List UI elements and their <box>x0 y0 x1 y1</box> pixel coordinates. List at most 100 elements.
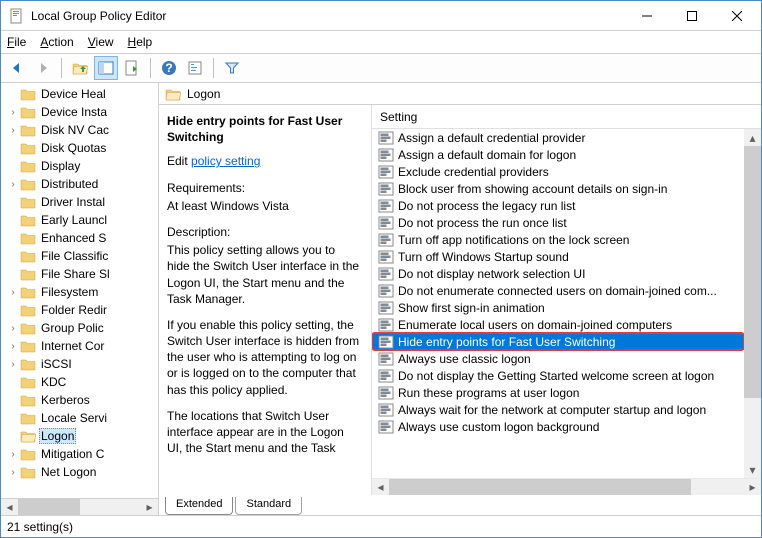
show-tree-button[interactable] <box>94 56 118 80</box>
setting-row[interactable]: Do not process the run once list <box>372 214 744 231</box>
tree-item[interactable]: File Classific <box>7 247 158 265</box>
scroll-up-icon[interactable]: ▴ <box>744 129 761 146</box>
tree-item[interactable]: ›Distributed <box>7 175 158 193</box>
setting-row[interactable]: Always use classic logon <box>372 350 744 367</box>
menu-help[interactable]: Help <box>128 35 153 49</box>
setting-row[interactable]: Hide entry points for Fast User Switchin… <box>372 333 744 350</box>
tree-item[interactable]: KDC <box>7 373 158 391</box>
tree-item[interactable]: File Share Sl <box>7 265 158 283</box>
menubar: File Action View Help <box>1 31 761 53</box>
tree-item[interactable]: Display <box>7 157 158 175</box>
setting-row[interactable]: Turn off app notifications on the lock s… <box>372 231 744 248</box>
expand-icon[interactable]: › <box>7 107 19 118</box>
tree-item[interactable]: ›Mitigation C <box>7 445 158 463</box>
tree-item[interactable]: Kerberos <box>7 391 158 409</box>
properties-button[interactable] <box>183 56 207 80</box>
maximize-button[interactable] <box>669 2 714 30</box>
minimize-button[interactable] <box>624 2 669 30</box>
settings-list[interactable]: Assign a default credential providerAssi… <box>372 129 744 435</box>
folder-icon <box>20 285 36 299</box>
tree[interactable]: Device Heal ›Device Insta›Disk NV Cac Disk… <box>1 83 158 483</box>
description-para3: The locations that Switch User interface… <box>167 408 361 457</box>
tree-item[interactable]: ›iSCSI <box>7 355 158 373</box>
folder-icon <box>20 375 36 389</box>
scroll-thumb[interactable] <box>18 499 80 516</box>
tree-item[interactable]: Locale Servi <box>7 409 158 427</box>
close-button[interactable] <box>714 2 759 30</box>
setting-row[interactable]: Do not display the Getting Started welco… <box>372 367 744 384</box>
help-button[interactable]: ? <box>157 56 181 80</box>
expand-icon[interactable]: › <box>7 467 19 478</box>
expand-icon[interactable]: › <box>7 323 19 334</box>
scroll-left-icon[interactable]: ◂ <box>372 479 389 495</box>
setting-row[interactable]: Do not enumerate connected users on doma… <box>372 282 744 299</box>
setting-row[interactable]: Show first sign-in animation <box>372 299 744 316</box>
setting-label: Do not process the run once list <box>398 216 567 230</box>
expand-icon[interactable]: › <box>7 287 19 298</box>
menu-action[interactable]: Action <box>40 35 73 49</box>
policy-icon <box>378 301 394 315</box>
tree-item[interactable]: Enhanced S <box>7 229 158 247</box>
tree-item[interactable]: ›Net Logon <box>7 463 158 481</box>
expand-icon[interactable]: › <box>7 449 19 460</box>
tree-item-label: Disk Quotas <box>39 141 108 155</box>
edit-policy-link[interactable]: policy setting <box>191 154 260 168</box>
setting-row[interactable]: Do not display network selection UI <box>372 265 744 282</box>
up-button[interactable] <box>68 56 92 80</box>
setting-row[interactable]: Assign a default domain for logon <box>372 146 744 163</box>
expand-icon[interactable]: › <box>7 179 19 190</box>
scroll-thumb[interactable] <box>744 146 761 398</box>
policy-icon <box>378 216 394 230</box>
tree-item[interactable]: Logon <box>7 427 158 445</box>
tree-item[interactable]: Disk Quotas <box>7 139 158 157</box>
settings-column-header[interactable]: Setting <box>372 105 761 129</box>
expand-icon[interactable]: › <box>7 125 19 136</box>
app-icon <box>9 8 25 24</box>
back-button[interactable] <box>5 56 29 80</box>
menu-view[interactable]: View <box>88 35 114 49</box>
setting-row[interactable]: Run these programs at user logon <box>372 384 744 401</box>
export-button[interactable] <box>120 56 144 80</box>
tree-item[interactable]: ›Group Polic <box>7 319 158 337</box>
settings-hscrollbar[interactable]: ◂ ▸ <box>372 478 761 495</box>
tree-item-label: Device Heal <box>39 87 108 101</box>
setting-row[interactable]: Assign a default credential provider <box>372 129 744 146</box>
menu-file[interactable]: File <box>7 35 26 49</box>
filter-button[interactable] <box>220 56 244 80</box>
settings-vscrollbar[interactable]: ▴ ▾ <box>744 129 761 478</box>
setting-label: Always use classic logon <box>398 352 531 366</box>
expand-icon[interactable]: › <box>7 359 19 370</box>
scroll-left-icon[interactable]: ◂ <box>1 499 18 516</box>
expand-icon[interactable]: › <box>7 341 19 352</box>
tree-item[interactable]: ›Filesystem <box>7 283 158 301</box>
tab-extended[interactable]: Extended <box>165 497 233 515</box>
tree-item[interactable]: ›Disk NV Cac <box>7 121 158 139</box>
scroll-thumb[interactable] <box>389 479 691 495</box>
tree-hscrollbar[interactable]: ◂ ▸ <box>1 498 158 515</box>
tree-item[interactable]: Device Heal <box>7 85 158 103</box>
setting-row[interactable]: Exclude credential providers <box>372 163 744 180</box>
setting-row[interactable]: Always use custom logon background <box>372 418 744 435</box>
scroll-down-icon[interactable]: ▾ <box>744 461 761 478</box>
status-text: 21 setting(s) <box>7 520 73 534</box>
setting-row[interactable]: Enumerate local users on domain-joined c… <box>372 316 744 333</box>
setting-row[interactable]: Always wait for the network at computer … <box>372 401 744 418</box>
tree-item[interactable]: ›Device Insta <box>7 103 158 121</box>
setting-row[interactable]: Block user from showing account details … <box>372 180 744 197</box>
tree-item[interactable]: Early Launcl <box>7 211 158 229</box>
tree-pane: Device Heal ›Device Insta›Disk NV Cac Disk… <box>1 83 159 515</box>
tab-standard[interactable]: Standard <box>235 497 302 515</box>
scroll-right-icon[interactable]: ▸ <box>141 499 158 516</box>
tree-item[interactable]: Driver Instal <box>7 193 158 211</box>
setting-row[interactable]: Do not process the legacy run list <box>372 197 744 214</box>
setting-label: Exclude credential providers <box>398 165 549 179</box>
folder-icon <box>20 303 36 317</box>
forward-button[interactable] <box>31 56 55 80</box>
tree-item[interactable]: ›Internet Cor <box>7 337 158 355</box>
pane-title: Logon <box>187 87 220 101</box>
tree-item[interactable]: Folder Redir <box>7 301 158 319</box>
scroll-right-icon[interactable]: ▸ <box>744 479 761 495</box>
setting-label: Do not enumerate connected users on doma… <box>398 284 717 298</box>
setting-row[interactable]: Turn off Windows Startup sound <box>372 248 744 265</box>
setting-label: Hide entry points for Fast User Switchin… <box>398 335 615 349</box>
